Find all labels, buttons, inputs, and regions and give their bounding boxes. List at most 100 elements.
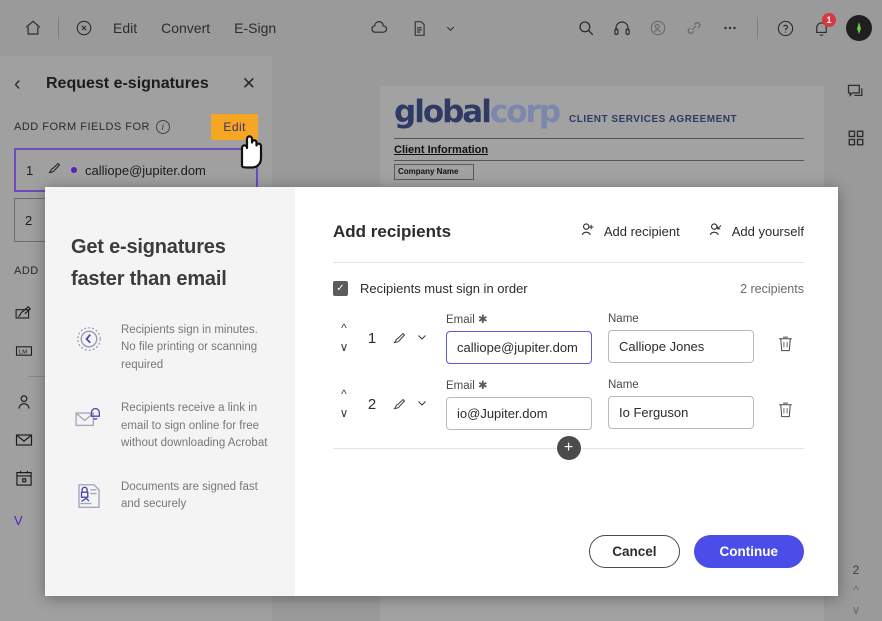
name-field-label: Name bbox=[608, 313, 639, 325]
email-field-label: Email ✱ bbox=[446, 380, 488, 392]
help-icon[interactable] bbox=[768, 11, 802, 45]
toolbar-center-group bbox=[362, 11, 458, 45]
notification-bell-button[interactable]: 1 bbox=[804, 11, 838, 45]
cancel-button[interactable]: Cancel bbox=[589, 535, 680, 568]
add-row-divider: + bbox=[333, 436, 804, 460]
clock-icon bbox=[71, 322, 107, 374]
add-form-fields-label: ADD FORM FIELDS FOR bbox=[14, 121, 151, 133]
add-recipient-button[interactable]: Add recipient bbox=[578, 221, 680, 242]
name-field-group: Name bbox=[608, 379, 754, 429]
promo-feature-text: Documents are signed fast and securely bbox=[121, 480, 258, 511]
home-icon[interactable] bbox=[16, 11, 50, 45]
panel-recipient-number: 2 bbox=[25, 212, 33, 228]
edit-button-highlight[interactable]: Edit bbox=[211, 114, 258, 140]
toolbar-right-group: 1 bbox=[569, 11, 882, 45]
cloud-icon[interactable] bbox=[362, 11, 396, 45]
page-down-chevron[interactable]: ∨ bbox=[852, 603, 861, 617]
search-icon[interactable] bbox=[569, 11, 603, 45]
acrobat-esign-window: Edit Convert E-Sign 1 ‹ Request e-signat… bbox=[0, 0, 882, 621]
dialog-footer: Cancel Continue bbox=[589, 535, 804, 568]
sign-in-order-checkbox[interactable]: ✓ bbox=[333, 281, 348, 296]
promo-feature: Recipients receive a link in email to si… bbox=[71, 400, 269, 452]
client-information-heading: Client Information bbox=[394, 144, 489, 156]
add-form-fields-section: ADD FORM FIELDS FOR i Edit bbox=[0, 112, 272, 142]
menu-item-esign[interactable]: E-Sign bbox=[222, 16, 288, 40]
promo-feature-text: Recipients sign in minutes. No file prin… bbox=[121, 323, 258, 371]
recipients-header: Add recipients Add recipient Add yoursel… bbox=[333, 221, 804, 242]
add-yourself-button[interactable]: Add yourself bbox=[706, 221, 804, 242]
page-up-chevron[interactable]: ^ bbox=[853, 583, 859, 597]
notification-badge: 1 bbox=[822, 13, 836, 27]
promo-feature: Recipients sign in minutes. No file prin… bbox=[71, 322, 269, 374]
trash-icon[interactable] bbox=[776, 334, 795, 358]
panel-recipient-email: calliope@jupiter.dom bbox=[85, 162, 206, 178]
promo-title: Get e-signatures faster than email bbox=[71, 236, 227, 291]
role-chevron-down-icon[interactable] bbox=[416, 331, 428, 346]
panel-recipient-number: 1 bbox=[26, 162, 34, 178]
move-down-chevron-icon[interactable]: ∨ bbox=[340, 407, 349, 419]
document-logo: globalcorp CLIENT SERVICES AGREEMENT bbox=[394, 94, 737, 130]
menu-item-convert[interactable]: Convert bbox=[149, 16, 222, 40]
toolbar-divider bbox=[58, 17, 59, 39]
document-rule-2 bbox=[394, 160, 804, 161]
promo-feature: Documents are signed fast and securely bbox=[71, 479, 269, 514]
document-icon[interactable] bbox=[402, 11, 436, 45]
add-recipient-label: Add recipient bbox=[603, 224, 680, 239]
chevron-down-icon[interactable] bbox=[442, 11, 458, 45]
email-input[interactable] bbox=[446, 331, 592, 364]
user-avatar[interactable] bbox=[846, 15, 872, 41]
dialog-heading: Add recipients bbox=[333, 221, 452, 241]
continue-button[interactable]: Continue bbox=[693, 535, 804, 568]
name-input[interactable] bbox=[608, 396, 754, 429]
panel-recipient-row-1[interactable]: 1 calliope@jupiter.dom bbox=[14, 148, 258, 192]
email-bell-icon bbox=[71, 400, 107, 452]
toolbar-left-group: Edit Convert E-Sign bbox=[0, 11, 288, 45]
reorder-stepper[interactable]: ^ ∨ bbox=[333, 322, 355, 353]
logo-text: globalcorp bbox=[394, 94, 561, 130]
company-name-cell: Company Name bbox=[394, 164, 474, 180]
recipient-row: ^ ∨ 2 Email ✱ io@Jupiter.dom Name Io Fer… bbox=[333, 378, 804, 430]
menu-item-edit[interactable]: Edit bbox=[101, 16, 149, 40]
panel-header: ‹ Request e-signatures ✕ bbox=[0, 56, 272, 112]
required-marker: ✱ bbox=[477, 314, 488, 326]
back-icon[interactable]: ‹ bbox=[14, 73, 36, 96]
plus-circle-icon[interactable]: + bbox=[556, 436, 581, 460]
add-recipient-icon bbox=[578, 221, 596, 242]
sign-in-order-label: Recipients must sign in order bbox=[360, 281, 528, 296]
edit-button-label: Edit bbox=[223, 120, 246, 134]
headphones-icon[interactable] bbox=[605, 11, 639, 45]
tools-icon[interactable] bbox=[67, 11, 101, 45]
add-yourself-label: Add yourself bbox=[731, 224, 804, 239]
email-input[interactable] bbox=[446, 397, 592, 430]
move-up-chevron-icon[interactable]: ^ bbox=[341, 322, 347, 334]
reorder-stepper[interactable]: ^ ∨ bbox=[333, 388, 355, 419]
page-number: 2 bbox=[852, 563, 860, 577]
move-up-chevron-icon[interactable]: ^ bbox=[341, 388, 347, 400]
apps-grid-icon[interactable] bbox=[847, 129, 865, 152]
role-chevron-down-icon[interactable] bbox=[416, 397, 428, 412]
panel-title: Request e-signatures bbox=[46, 75, 209, 92]
top-toolbar: Edit Convert E-Sign 1 bbox=[0, 0, 882, 56]
recipient-count: 2 recipients bbox=[740, 281, 804, 296]
comment-icon[interactable] bbox=[846, 82, 866, 107]
link-icon[interactable] bbox=[677, 11, 711, 45]
signature-pen-icon[interactable] bbox=[391, 396, 408, 413]
signature-pen-icon bbox=[46, 160, 63, 180]
move-down-chevron-icon[interactable]: ∨ bbox=[340, 341, 349, 353]
info-icon[interactable]: i bbox=[156, 120, 171, 134]
email-field-label: Email ✱ bbox=[446, 314, 488, 326]
signature-pen-icon[interactable] bbox=[391, 330, 408, 347]
recipient-index: 2 bbox=[367, 395, 377, 413]
toolbar-divider-right bbox=[757, 17, 758, 39]
trash-icon[interactable] bbox=[776, 400, 795, 424]
promo-panel: Get e-signatures faster than email Recip… bbox=[45, 187, 295, 596]
add-person-icon[interactable] bbox=[641, 11, 675, 45]
secure-document-icon bbox=[71, 479, 107, 514]
name-input[interactable] bbox=[608, 330, 754, 363]
close-icon[interactable]: ✕ bbox=[242, 74, 256, 94]
recipient-index: 1 bbox=[367, 329, 377, 347]
add-yourself-icon bbox=[706, 221, 724, 242]
more-options-icon[interactable] bbox=[713, 11, 747, 45]
required-marker: ✱ bbox=[477, 380, 488, 392]
promo-feature-text: Recipients receive a link in email to si… bbox=[121, 402, 268, 450]
